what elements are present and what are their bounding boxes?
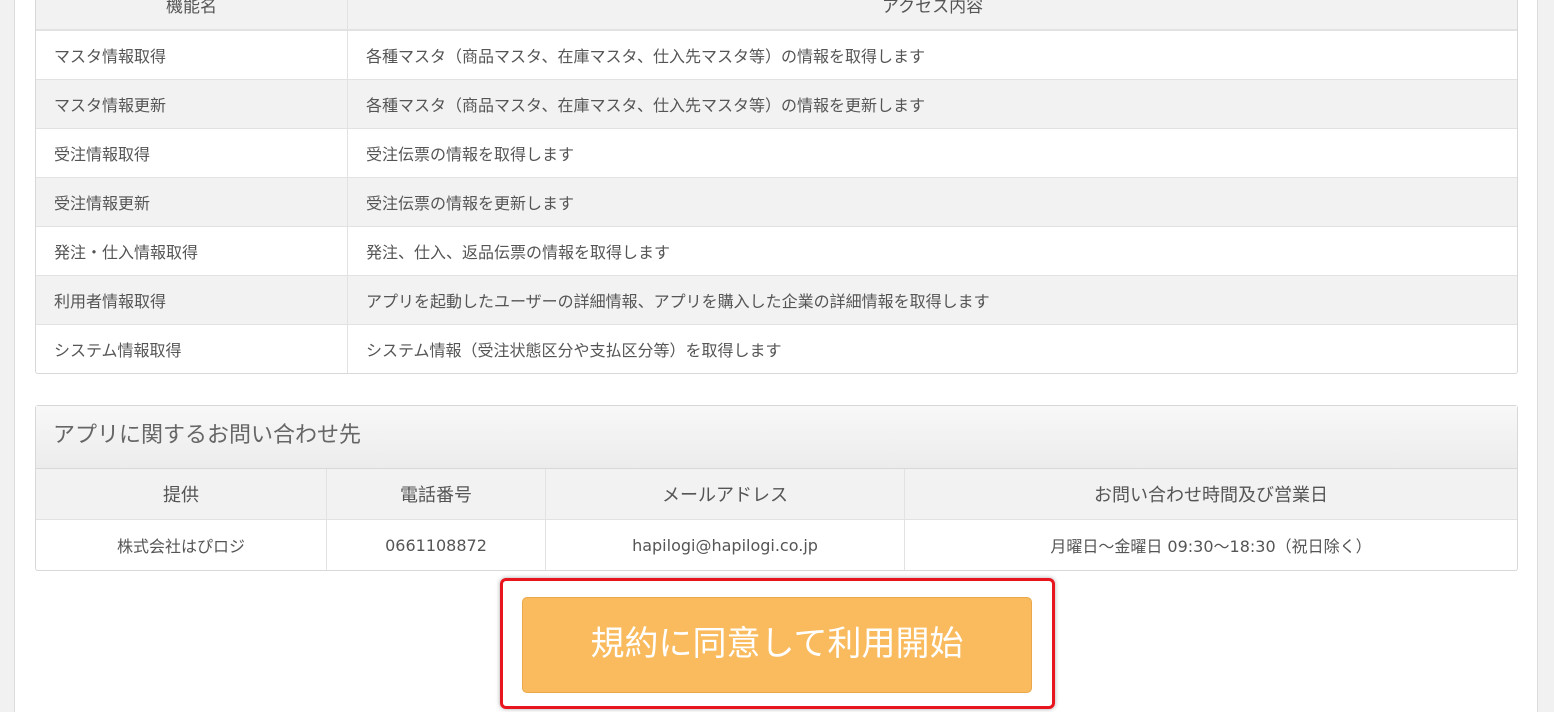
provider-value: 株式会社はぴロジ: [36, 519, 327, 570]
function-name-cell: 発注・仕入情報取得: [36, 226, 348, 276]
access-permissions-table: 機能名 アクセス内容 マスタ情報取得 各種マスタ（商品マスタ、在庫マスタ、仕入先…: [35, 0, 1518, 374]
column-header-hours: お問い合わせ時間及び営業日: [904, 469, 1517, 520]
access-content-cell: アプリを起動したユーザーの詳細情報、アプリを購入した企業の詳細情報を取得します: [347, 275, 1517, 325]
function-name-cell: 受注情報取得: [36, 128, 348, 178]
contact-panel-title: アプリに関するお問い合わせ先: [36, 406, 1517, 469]
page-background-left: [0, 0, 14, 712]
table-row: マスタ情報更新 各種マスタ（商品マスタ、在庫マスタ、仕入先マスタ等）の情報を更新…: [36, 79, 1517, 129]
content-left-edge: [14, 0, 15, 712]
table-row: 利用者情報取得 アプリを起動したユーザーの詳細情報、アプリを購入した企業の詳細情…: [36, 275, 1517, 325]
phone-value: 0661108872: [326, 519, 546, 570]
access-content-cell: システム情報（受注状態区分や支払区分等）を取得します: [347, 324, 1517, 373]
contact-row: 株式会社はぴロジ 0661108872 hapilogi@hapilogi.co…: [36, 519, 1517, 570]
function-name-cell: マスタ情報取得: [36, 29, 348, 80]
table-row: マスタ情報取得 各種マスタ（商品マスタ、在庫マスタ、仕入先マスタ等）の情報を取得…: [36, 29, 1517, 80]
column-header-email: メールアドレス: [545, 469, 905, 520]
table-row: 受注情報更新 受注伝票の情報を更新します: [36, 177, 1517, 227]
column-header-function-name: 機能名: [36, 0, 348, 31]
function-name-cell: マスタ情報更新: [36, 79, 348, 129]
access-content-cell: 各種マスタ（商品マスタ、在庫マスタ、仕入先マスタ等）の情報を更新します: [347, 79, 1517, 129]
table-row: 受注情報取得 受注伝票の情報を取得します: [36, 128, 1517, 178]
table-row: システム情報取得 システム情報（受注状態区分や支払区分等）を取得します: [36, 324, 1517, 373]
function-name-cell: 受注情報更新: [36, 177, 348, 227]
vertical-scrollbar[interactable]: [1538, 0, 1554, 712]
column-header-provider: 提供: [36, 469, 327, 520]
contact-header-row: 提供 電話番号 メールアドレス お問い合わせ時間及び営業日: [36, 469, 1517, 520]
table-header-row: 機能名 アクセス内容: [36, 0, 1517, 31]
access-content-cell: 発注、仕入、返品伝票の情報を取得します: [347, 226, 1517, 276]
contact-table: 提供 電話番号 メールアドレス お問い合わせ時間及び営業日 株式会社はぴロジ 0…: [36, 469, 1517, 570]
column-header-phone: 電話番号: [326, 469, 546, 520]
access-content-cell: 受注伝票の情報を更新します: [347, 177, 1517, 227]
function-name-cell: システム情報取得: [36, 324, 348, 373]
access-content-cell: 各種マスタ（商品マスタ、在庫マスタ、仕入先マスタ等）の情報を取得します: [347, 29, 1517, 80]
app-contact-panel: アプリに関するお問い合わせ先 提供 電話番号 メールアドレス お問い合わせ時間及…: [35, 405, 1518, 571]
email-value: hapilogi@hapilogi.co.jp: [545, 519, 905, 570]
column-header-access-content: アクセス内容: [347, 0, 1517, 31]
table-row: 発注・仕入情報取得 発注、仕入、返品伝票の情報を取得します: [36, 226, 1517, 276]
access-content-cell: 受注伝票の情報を取得します: [347, 128, 1517, 178]
agree-and-start-button[interactable]: 規約に同意して利用開始: [522, 597, 1032, 693]
hours-value: 月曜日～金曜日 09:30～18:30（祝日除く）: [1050, 537, 1372, 556]
function-name-cell: 利用者情報取得: [36, 275, 348, 325]
